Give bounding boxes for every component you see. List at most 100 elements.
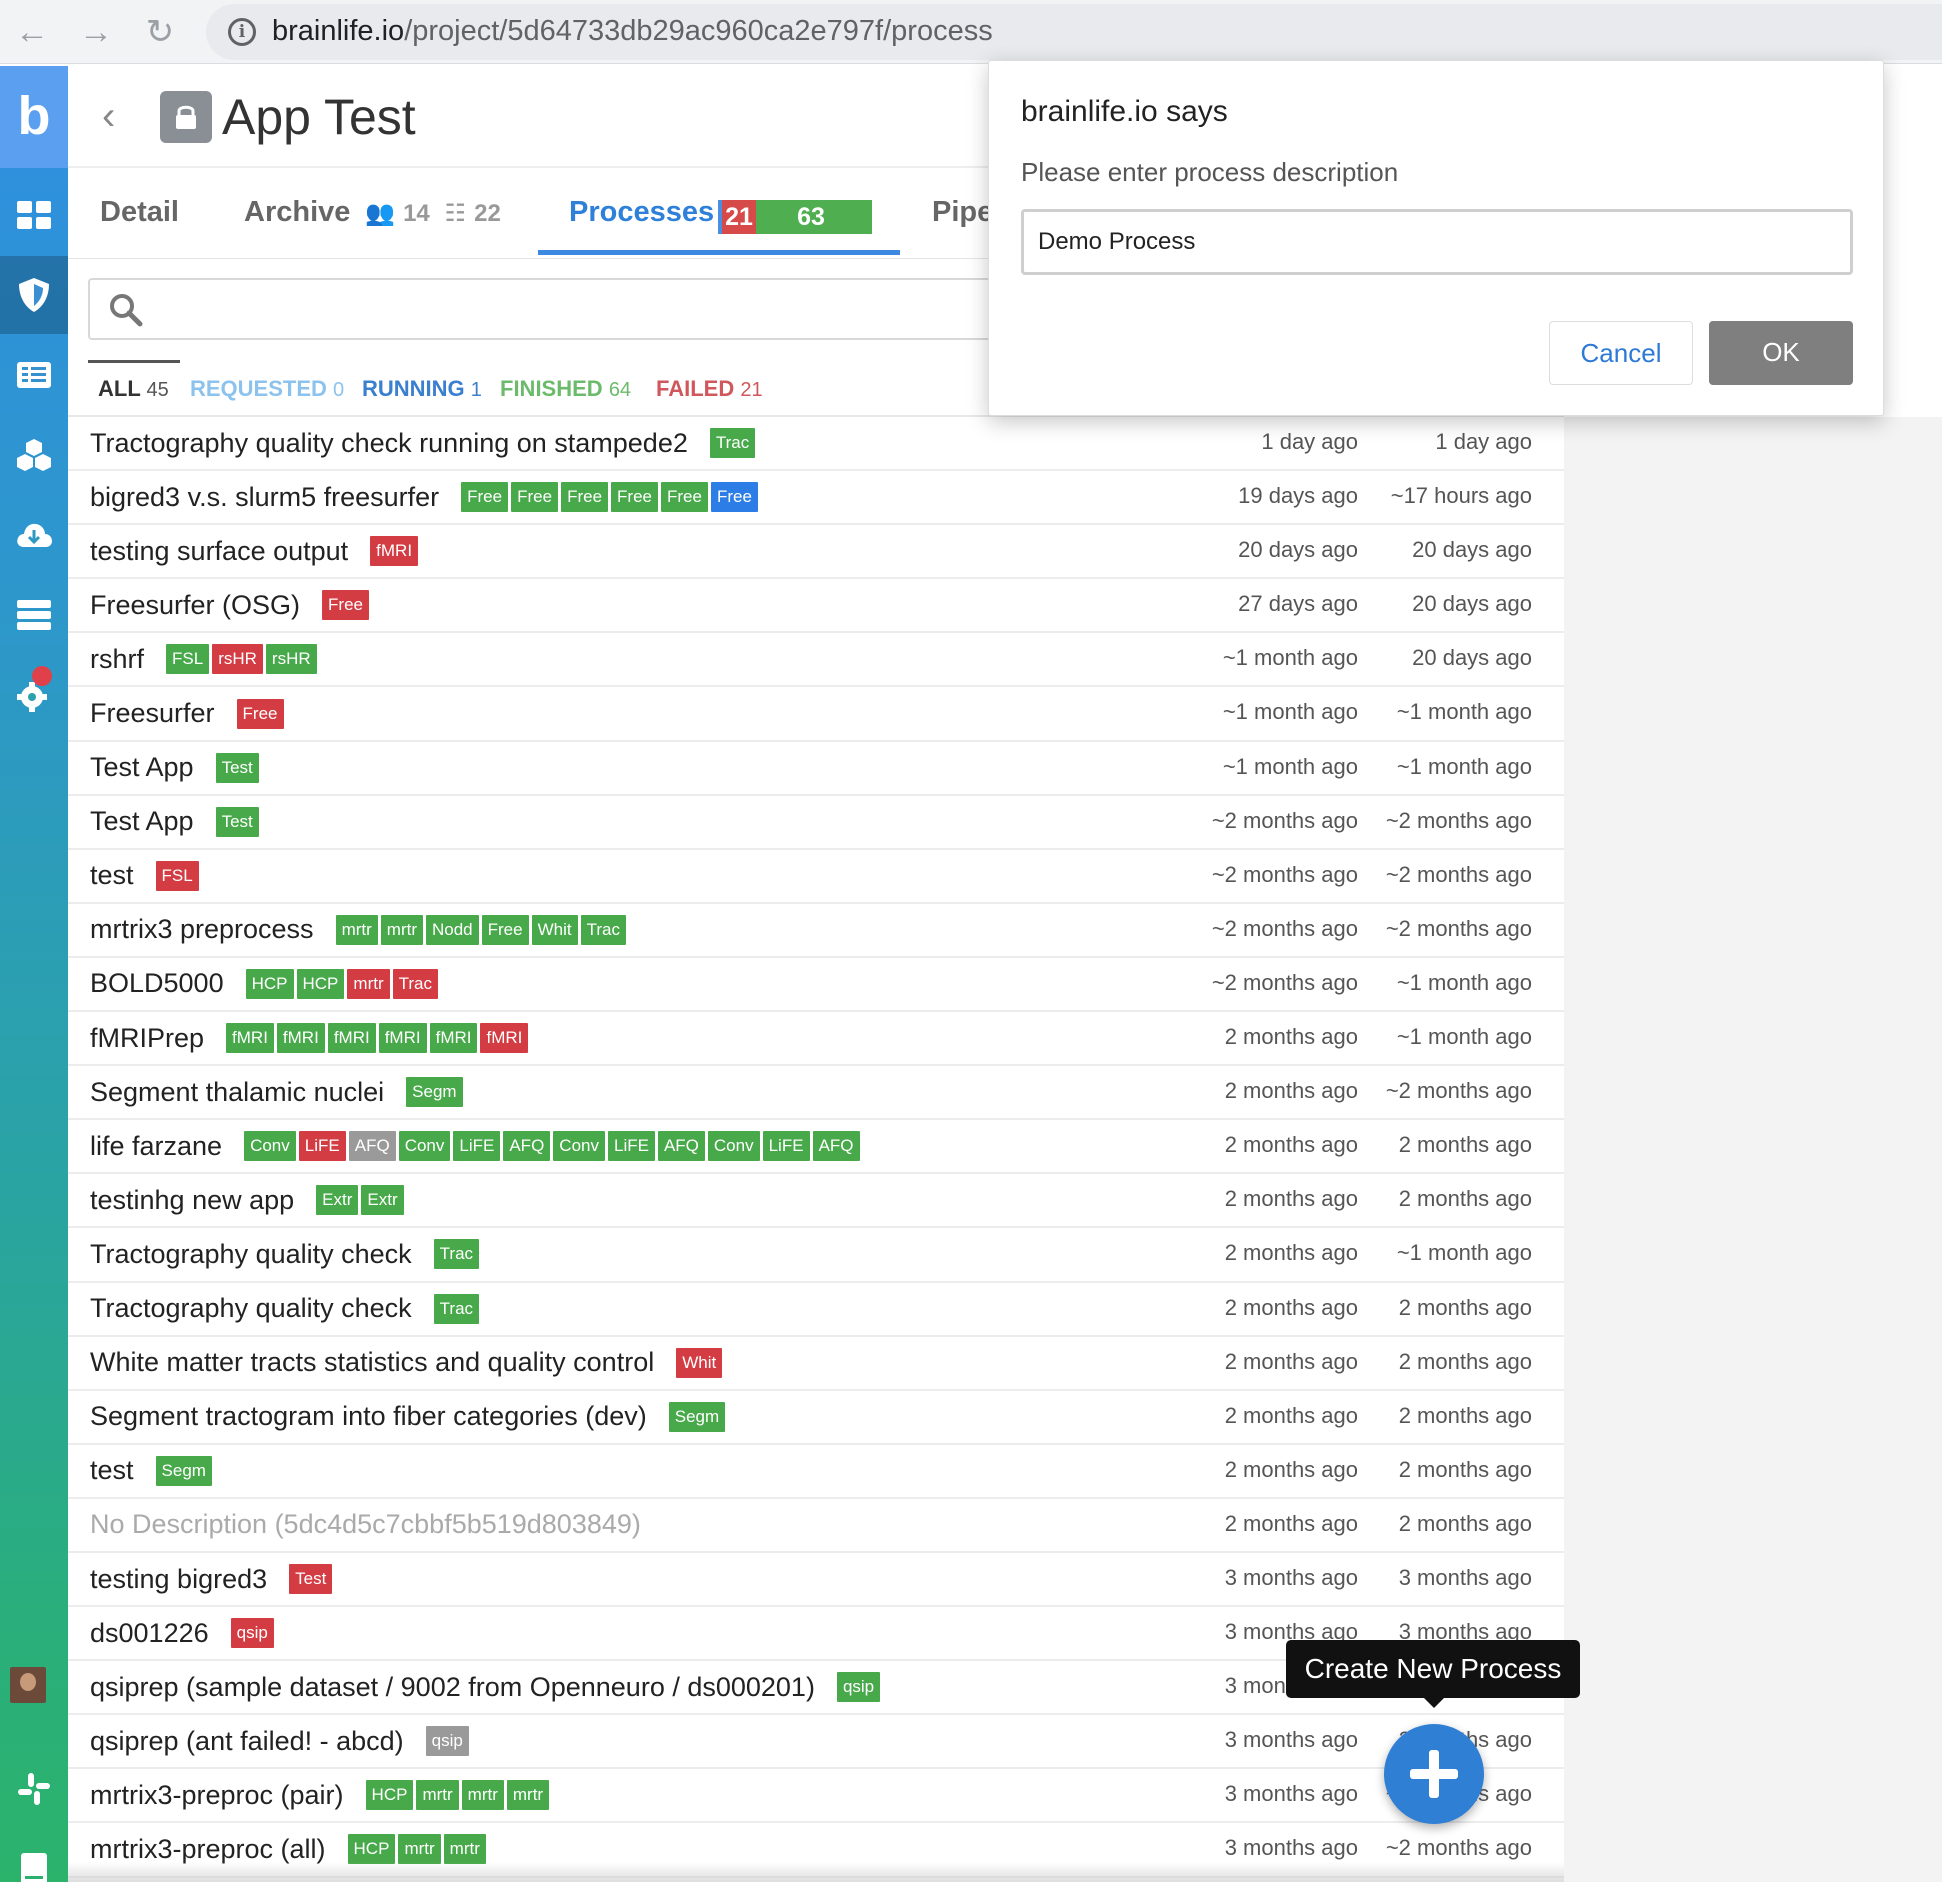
task-tag[interactable]: Trac (392, 968, 438, 999)
tab-processes[interactable]: Processes (569, 196, 714, 229)
task-tag[interactable]: Free (322, 590, 369, 621)
task-tag[interactable]: mrtr (416, 1780, 459, 1811)
task-tag[interactable]: FSL (166, 644, 210, 675)
task-tag[interactable]: Conv (553, 1131, 605, 1162)
task-tag[interactable]: AFQ (503, 1131, 551, 1162)
process-row[interactable]: testing surface output fMRI 20 days ago 20 … (68, 525, 1564, 580)
reload-icon[interactable]: ↻ (138, 10, 182, 54)
resources-server-icon[interactable] (0, 576, 68, 654)
task-tag[interactable]: Whit (676, 1347, 723, 1378)
task-tag[interactable]: Free (461, 482, 509, 513)
create-process-button[interactable] (1384, 1724, 1484, 1824)
process-description-input[interactable]: Demo Process (1021, 209, 1853, 275)
task-tag[interactable]: LiFE (453, 1131, 501, 1162)
task-tag[interactable]: Free (561, 482, 609, 513)
user-avatar[interactable] (10, 1667, 46, 1703)
task-tag[interactable]: FSL (155, 860, 199, 891)
back-chevron-icon[interactable]: ‹ (102, 96, 115, 136)
process-row[interactable]: Freesurfer (OSG) Free 27 days ago 20 days a… (68, 579, 1564, 634)
task-tag[interactable]: fMRI (480, 1023, 529, 1054)
task-tag[interactable]: LiFE (607, 1131, 655, 1162)
process-row[interactable]: White matter tracts statistics and quali… (68, 1337, 1564, 1391)
tab-detail[interactable]: Detail (100, 196, 179, 229)
process-row[interactable]: Freesurfer Free ~1 month ago ~1 month ago (68, 687, 1564, 742)
filter-requested[interactable]: REQUESTED 0 (190, 376, 344, 402)
task-tag[interactable]: Extr (316, 1185, 359, 1216)
task-tag[interactable]: Free (611, 482, 659, 513)
task-tag[interactable]: fMRI (370, 536, 419, 567)
filter-running[interactable]: RUNNING 1 (362, 376, 482, 402)
task-tag[interactable]: Conv (398, 1131, 451, 1162)
task-tag[interactable]: Conv (244, 1131, 296, 1162)
dashboard-icon[interactable] (0, 176, 68, 254)
datasets-list-icon[interactable] (0, 336, 68, 414)
task-tag[interactable]: AFQ (812, 1131, 860, 1162)
cloud-download-icon[interactable] (0, 496, 68, 574)
site-info-icon[interactable]: i (228, 18, 256, 46)
process-row[interactable]: rshrf FSL rsHR rsHR ~1 month ago 20 days ago (68, 633, 1564, 688)
task-tag[interactable]: HCP (365, 1780, 414, 1811)
task-tag[interactable]: LiFE (762, 1131, 810, 1162)
process-row[interactable]: testinhg new app Extr Extr 2 months ago 2 mo… (68, 1174, 1564, 1229)
task-tag[interactable]: rsHR (212, 644, 263, 675)
task-tag[interactable]: fMRI (429, 1023, 478, 1054)
task-tag[interactable]: Free (710, 482, 758, 513)
process-row[interactable]: Test App Test ~1 month ago ~1 month ago (68, 742, 1564, 796)
task-tag[interactable]: mrtr (506, 1780, 550, 1811)
task-tag[interactable]: mrtr (380, 914, 423, 945)
filter-failed[interactable]: FAILED 21 (656, 376, 763, 402)
filter-finished[interactable]: FINISHED 64 (500, 376, 631, 402)
task-tag[interactable]: Free (236, 698, 284, 729)
process-row[interactable]: BOLD5000 HCP HCP mrtr Trac ~2 months ago ~1 mo… (68, 958, 1564, 1013)
task-tag[interactable]: Segm (406, 1077, 463, 1108)
task-tag[interactable]: Test (215, 806, 259, 837)
task-tag[interactable]: mrtr (461, 1780, 504, 1811)
process-row[interactable]: Test App Test ~2 months ago ~2 months ago (68, 796, 1564, 850)
docs-book-icon[interactable] (0, 1830, 68, 1882)
projects-shield-icon[interactable] (0, 256, 68, 334)
apps-cubes-icon[interactable] (0, 416, 68, 494)
process-row[interactable]: Tractography quality check running on st… (68, 417, 1564, 472)
task-tag[interactable]: mrtr (335, 914, 378, 945)
task-tag[interactable]: Segm (668, 1401, 726, 1432)
task-tag[interactable]: Free (481, 914, 529, 945)
task-tag[interactable]: LiFE (298, 1131, 346, 1162)
back-arrow-icon[interactable]: ← (10, 10, 54, 54)
process-row[interactable]: life farzane Conv LiFE AFQ Conv LiFE AFQ Conv Li… (68, 1120, 1564, 1175)
process-row[interactable]: test FSL ~2 months ago ~2 months ago (68, 850, 1564, 904)
task-tag[interactable]: Extr (361, 1185, 404, 1216)
task-tag[interactable]: AFQ (348, 1131, 396, 1162)
process-row[interactable]: testing bigred3 Test 3 months ago 3 months … (68, 1553, 1564, 1608)
task-tag[interactable]: Trac (433, 1293, 480, 1324)
task-tag[interactable]: Conv (707, 1131, 760, 1162)
task-tag[interactable]: Free (511, 482, 559, 513)
task-tag[interactable]: qsip (836, 1672, 881, 1703)
task-tag[interactable]: fMRI (276, 1023, 325, 1054)
task-tag[interactable]: rsHR (265, 644, 317, 675)
filter-all[interactable]: ALL 45 (98, 376, 169, 402)
task-tag[interactable]: Nodd (426, 914, 479, 945)
task-tag[interactable]: fMRI (378, 1023, 427, 1054)
task-tag[interactable]: mrtr (443, 1834, 486, 1865)
task-tag[interactable]: AFQ (657, 1131, 705, 1162)
task-tag[interactable]: HCP (296, 968, 345, 999)
process-row[interactable]: fMRIPrep fMRI fMRI fMRI fMRI fMRI fMRI 2 months… (68, 1012, 1564, 1067)
task-tag[interactable]: fMRI (226, 1023, 274, 1054)
process-row[interactable]: test Segm 2 months ago 2 months ago (68, 1445, 1564, 1499)
cancel-button[interactable]: Cancel (1549, 321, 1693, 385)
task-tag[interactable]: Test (215, 752, 259, 783)
task-tag[interactable]: Free (661, 482, 708, 513)
task-tag[interactable]: HCP (245, 968, 294, 999)
process-row[interactable]: mrtrix3 preprocess mrtr mrtr Nodd Free Whit Tr… (68, 904, 1564, 958)
task-tag[interactable]: Trac (709, 428, 756, 459)
tab-pipelines[interactable]: Pipe (932, 196, 993, 229)
task-tag[interactable]: Segm (155, 1455, 212, 1486)
address-bar[interactable]: i brainlife.io/project/5d64733db29ac960c… (206, 4, 1942, 60)
task-tag[interactable]: mrtr (398, 1834, 441, 1865)
task-tag[interactable]: qsip (230, 1618, 274, 1649)
brainlife-logo[interactable]: b (0, 66, 68, 168)
task-tag[interactable]: qsip (425, 1726, 469, 1757)
process-row[interactable]: Tractography quality check Trac 2 months a… (68, 1228, 1564, 1283)
task-tag[interactable]: HCP (347, 1834, 396, 1865)
process-row[interactable]: bigred3 v.s. slurm5 freesurfer Free Free Fr… (68, 471, 1564, 526)
